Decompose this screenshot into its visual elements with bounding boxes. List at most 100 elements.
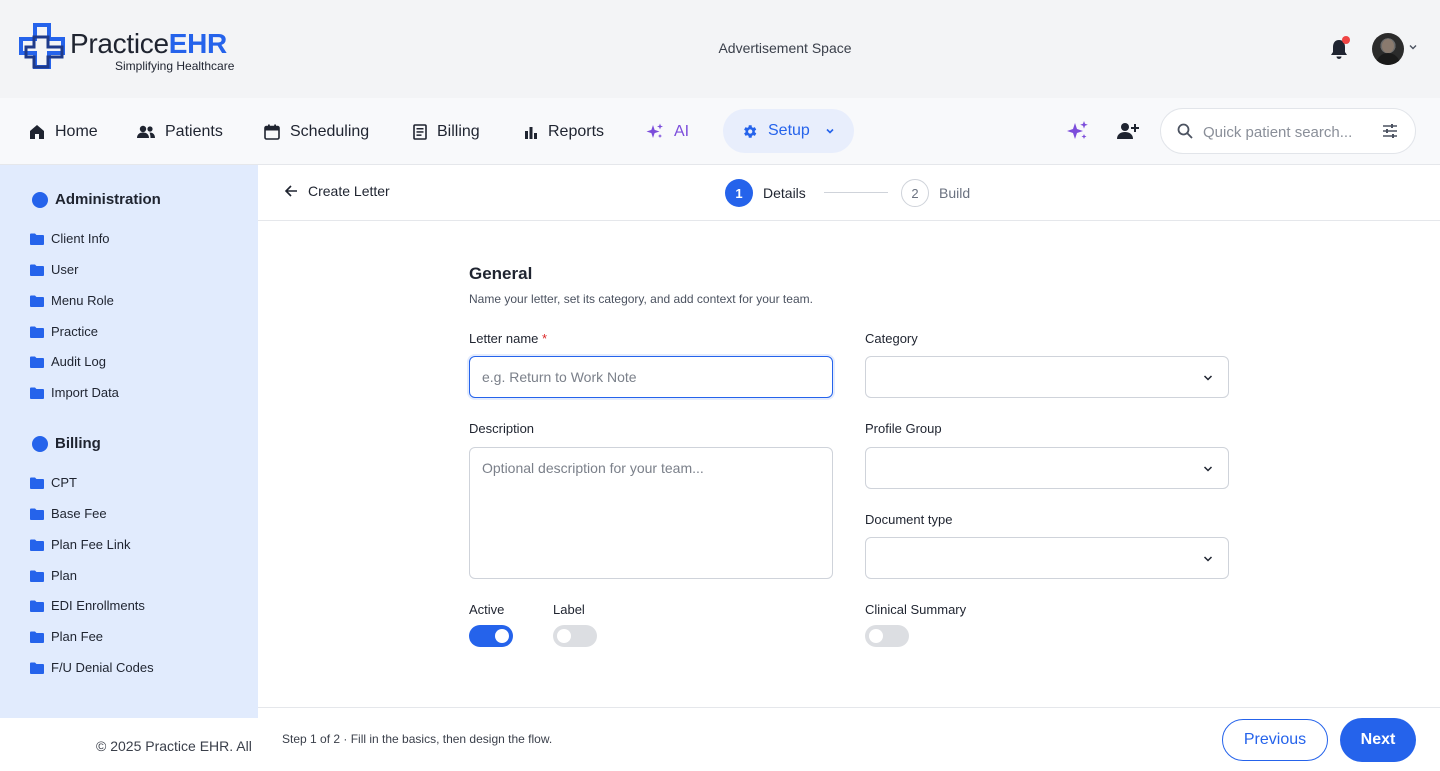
- arrow-left-icon: [284, 185, 297, 197]
- folder-icon: [30, 387, 44, 399]
- sidebar-item-menu-role[interactable]: Menu Role: [30, 293, 114, 308]
- form-section-subtitle: Name your letter, set its category, and …: [469, 292, 813, 306]
- sidebar-item-base-fee[interactable]: Base Fee: [30, 506, 107, 521]
- chevron-down-icon: [1203, 556, 1213, 562]
- nav-home[interactable]: Home: [29, 98, 98, 165]
- step-build[interactable]: 2 Build: [901, 179, 970, 207]
- nav-setup-label: Setup: [768, 122, 810, 139]
- avatar[interactable]: [1372, 33, 1404, 65]
- label-toggle[interactable]: [553, 625, 597, 647]
- document-type-label: Document type: [865, 512, 953, 527]
- receipt-icon: [413, 123, 427, 140]
- description-textarea[interactable]: [469, 447, 833, 579]
- sidebar-item-label: Import Data: [51, 385, 119, 400]
- sidebar-item-user[interactable]: User: [30, 262, 78, 277]
- label-toggle-label: Label: [553, 602, 585, 617]
- step-hint: Step 1 of 2 · Fill in the basics, then d…: [282, 732, 553, 746]
- folder-icon: [30, 264, 44, 276]
- active-toggle[interactable]: [469, 625, 513, 647]
- nav-scheduling[interactable]: Scheduling: [264, 98, 369, 165]
- sidebar-item-import-data[interactable]: Import Data: [30, 385, 119, 400]
- folder-icon: [30, 508, 44, 520]
- next-button[interactable]: Next: [1340, 718, 1416, 762]
- chevron-down-icon: [1203, 466, 1213, 472]
- cross-logo-icon: [19, 23, 65, 69]
- sidebar-item-label: CPT: [51, 475, 77, 490]
- sidebar-item-fu-denial-codes[interactable]: F/U Denial Codes: [30, 660, 154, 675]
- chevron-down-icon[interactable]: [1408, 42, 1418, 52]
- folder-icon: [30, 477, 44, 489]
- nav-ai-label: AI: [674, 122, 690, 140]
- sidebar-item-label: Menu Role: [51, 293, 114, 308]
- folder-icon: [30, 570, 44, 582]
- letter-name-input[interactable]: [469, 356, 833, 398]
- gear-icon: [744, 124, 757, 138]
- nav-reports[interactable]: Reports: [524, 98, 604, 165]
- profile-group-label: Profile Group: [865, 421, 942, 436]
- section-dot-icon: [32, 191, 48, 208]
- step-number: 1: [725, 179, 753, 207]
- sidebar-section-billing[interactable]: Billing: [32, 435, 101, 452]
- sidebar-item-plan-fee[interactable]: Plan Fee: [30, 629, 103, 644]
- nav-patients[interactable]: Patients: [137, 98, 223, 165]
- add-user-icon[interactable]: [1116, 119, 1140, 143]
- home-icon: [30, 124, 44, 139]
- sidebar-section-title: Billing: [55, 435, 101, 452]
- copyright-text: © 2025 Practice EHR. All: [96, 738, 252, 754]
- required-mark: *: [542, 331, 548, 346]
- step-details[interactable]: 1 Details: [725, 179, 806, 207]
- sidebar-item-client-info[interactable]: Client Info: [30, 231, 110, 246]
- sidebar-item-plan[interactable]: Plan: [30, 568, 77, 583]
- previous-button[interactable]: Previous: [1222, 719, 1328, 761]
- sidebar-item-label: User: [51, 262, 79, 277]
- letter-name-label: Letter name *: [469, 331, 548, 346]
- nav-patients-label: Patients: [165, 122, 223, 140]
- brand-logo[interactable]: PracticeEHR Simplifying Healthcare: [18, 23, 258, 75]
- sidebar-section-administration[interactable]: Administration: [32, 191, 161, 208]
- clinical-summary-toggle[interactable]: [865, 625, 909, 647]
- sidebar-item-cpt[interactable]: CPT: [30, 475, 77, 490]
- quick-search[interactable]: [1160, 108, 1416, 154]
- ai-sparkles-icon[interactable]: [1066, 119, 1090, 143]
- page-title: Create Letter: [308, 183, 390, 199]
- profile-group-select[interactable]: [865, 447, 1229, 489]
- brand-name: PracticeEHR: [70, 28, 227, 59]
- sidebar-item-label: Practice: [51, 324, 98, 339]
- category-select[interactable]: [865, 356, 1229, 398]
- filter-sliders-icon[interactable]: [1382, 123, 1398, 139]
- quick-patient-search-input[interactable]: [1203, 121, 1371, 143]
- nav-home-label: Home: [55, 122, 98, 140]
- sidebar-item-label: EDI Enrollments: [51, 598, 145, 613]
- clinical-summary-toggle-label: Clinical Summary: [865, 602, 967, 617]
- chevron-down-icon: [1203, 375, 1213, 381]
- sidebar-item-label: Audit Log: [51, 354, 106, 369]
- folder-icon: [30, 631, 44, 643]
- top-bar: PracticeEHR Simplifying Healthcare Adver…: [0, 0, 1440, 98]
- document-type-select[interactable]: [865, 537, 1229, 579]
- folder-icon: [30, 295, 44, 307]
- step-label: Details: [763, 185, 806, 201]
- folder-icon: [30, 539, 44, 551]
- avatar-face: [1382, 39, 1394, 53]
- avatar-body: [1376, 53, 1400, 65]
- sidebar-item-practice[interactable]: Practice: [30, 324, 98, 339]
- sidebar-item-label: Plan Fee: [51, 629, 104, 644]
- sidebar-item-audit-log[interactable]: Audit Log: [30, 354, 106, 369]
- sidebar-item-plan-fee-link[interactable]: Plan Fee Link: [30, 537, 131, 552]
- sidebar-section-title: Administration: [55, 191, 161, 208]
- back-button[interactable]: Create Letter: [284, 183, 390, 199]
- nav-ai[interactable]: AI: [646, 98, 689, 165]
- section-dot-icon: [32, 435, 48, 452]
- sidebar-item-edi-enrollments[interactable]: EDI Enrollments: [30, 598, 145, 613]
- nav-billing[interactable]: Billing: [413, 98, 480, 165]
- users-icon: [137, 125, 155, 138]
- toggle-knob: [557, 629, 571, 643]
- chevron-down-icon: [826, 128, 834, 134]
- folder-icon: [30, 662, 44, 674]
- folder-icon: [30, 233, 44, 245]
- nav-reports-label: Reports: [548, 122, 605, 140]
- sparkles-icon: [646, 123, 663, 138]
- footer-left: © 2025 Practice EHR. All: [0, 718, 258, 771]
- nav-setup[interactable]: Setup: [723, 109, 854, 153]
- sidebar-item-label: Plan Fee Link: [51, 537, 131, 552]
